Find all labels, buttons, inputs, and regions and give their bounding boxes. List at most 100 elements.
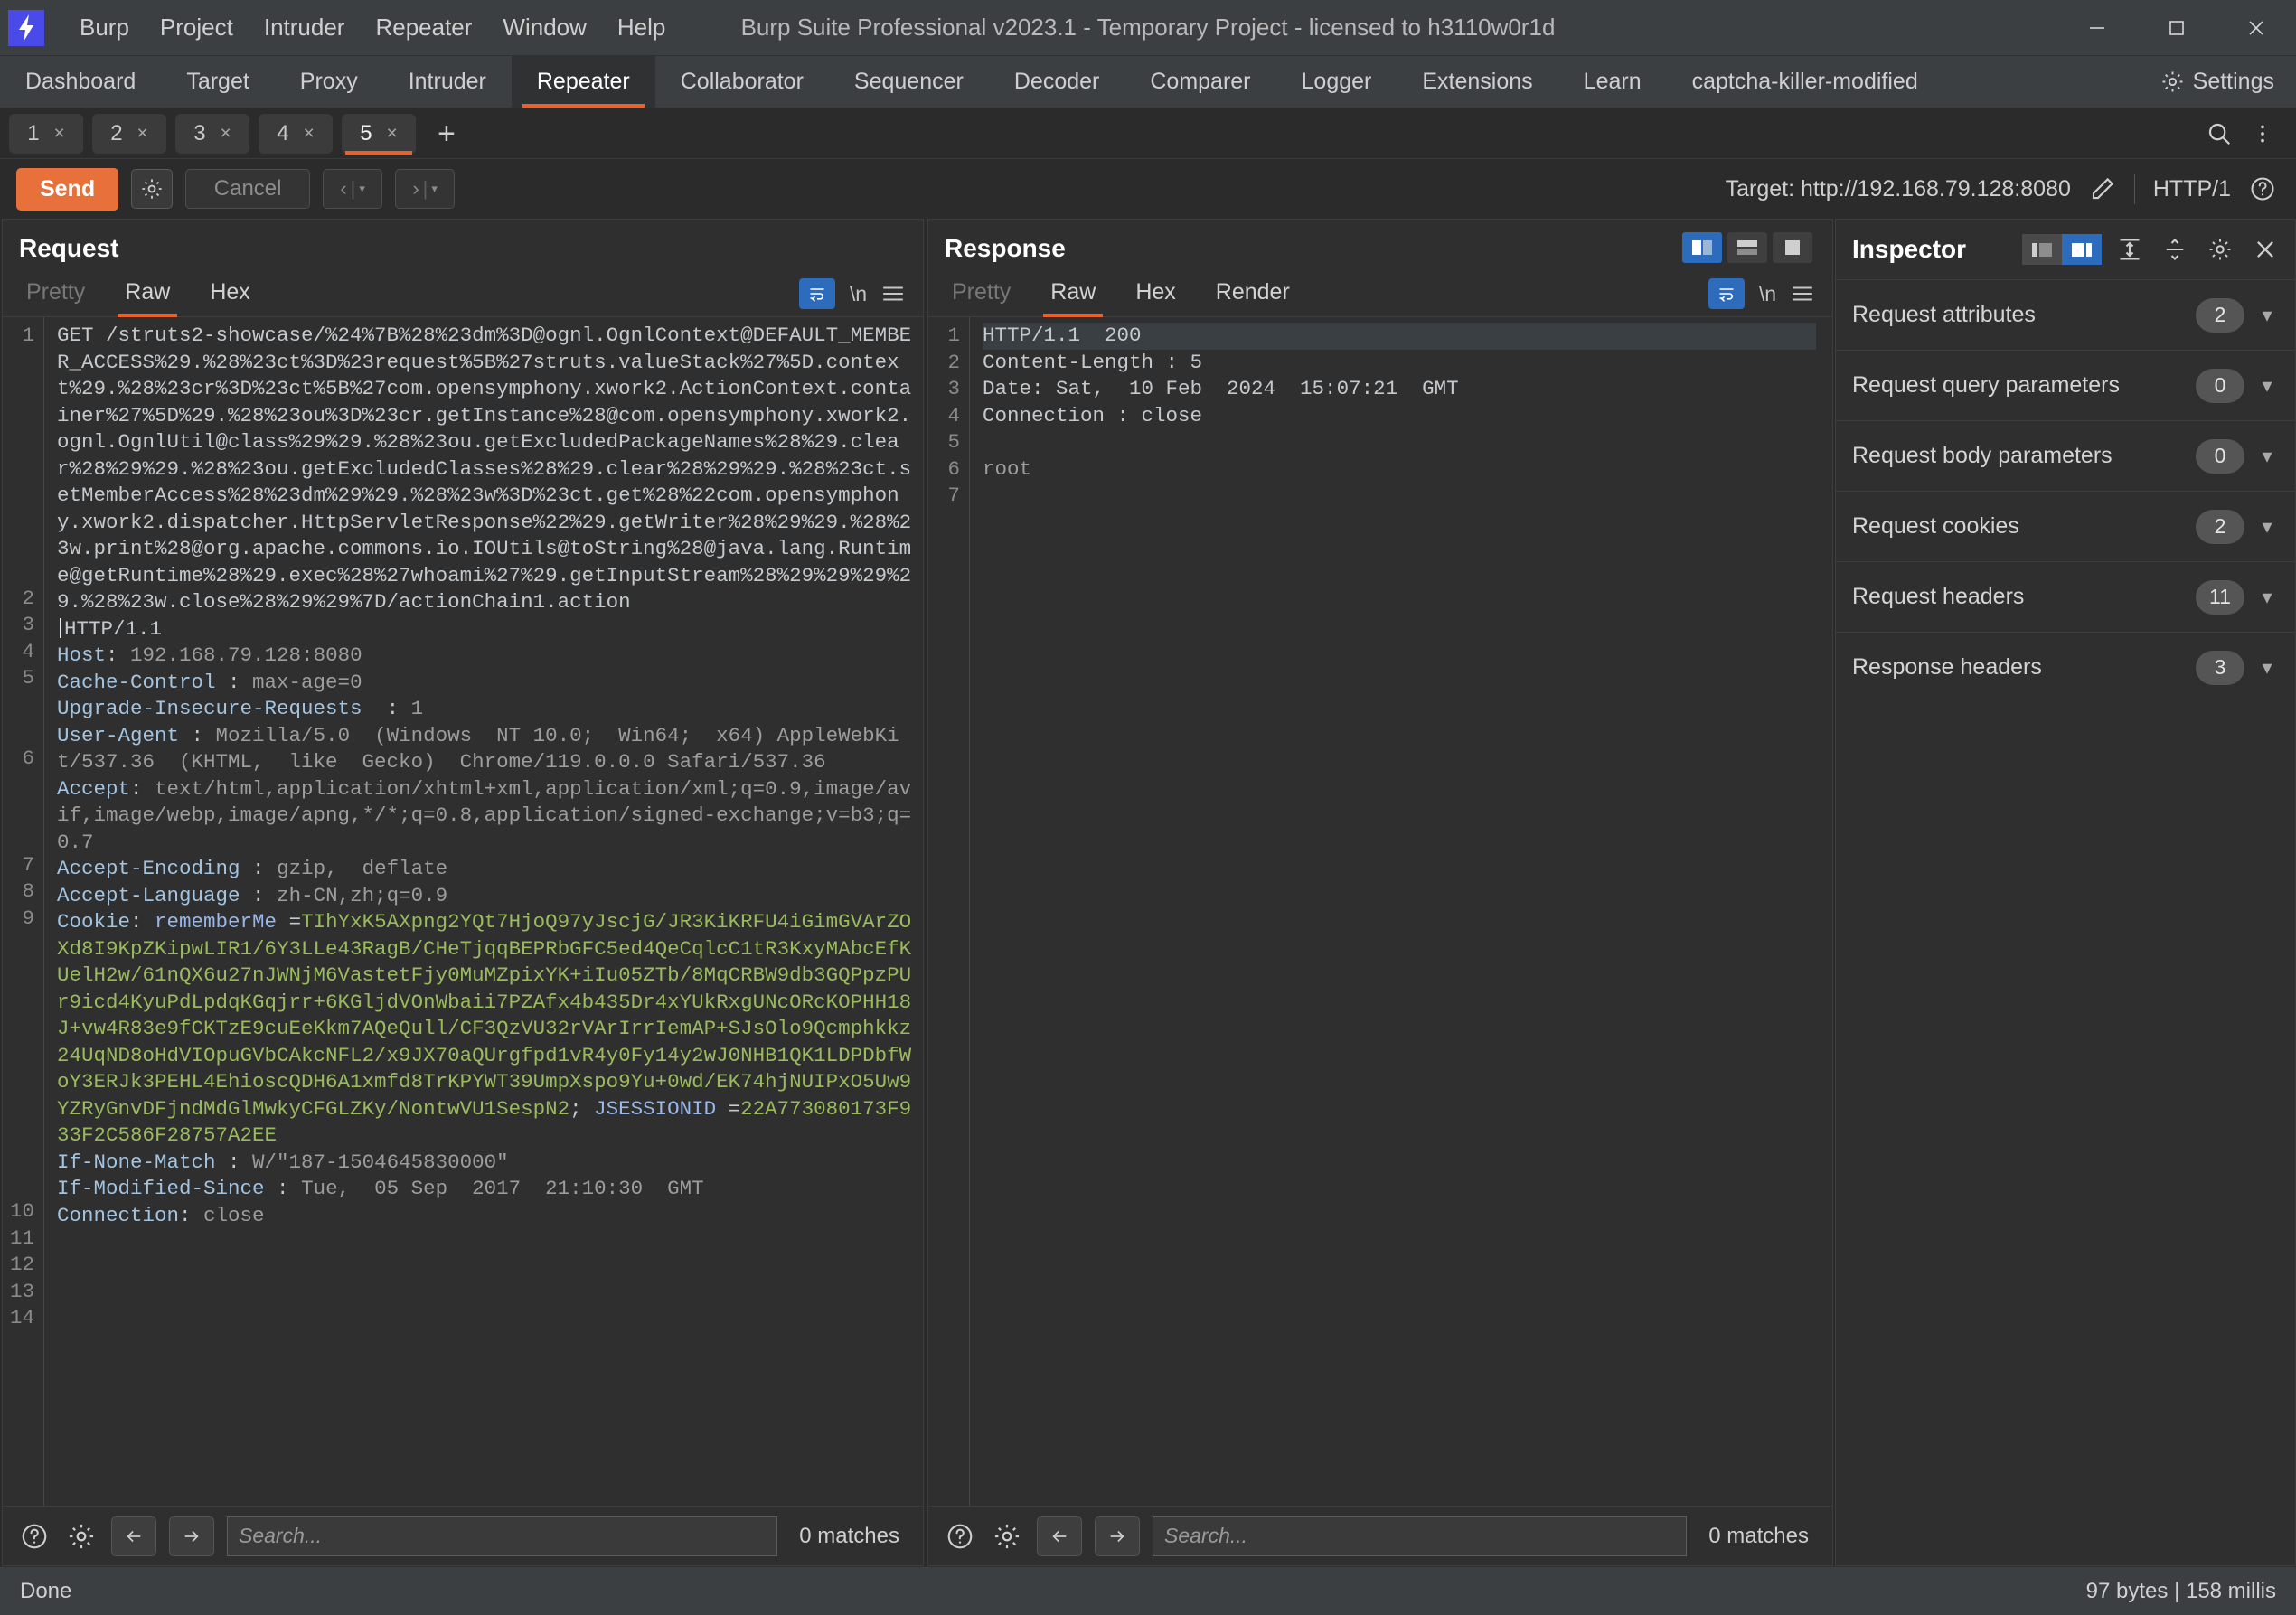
tab-target[interactable]: Target [161,56,274,108]
tab-sequencer[interactable]: Sequencer [829,56,989,108]
inspector-row-count: 2 [2196,509,2244,544]
editor-menu-icon[interactable] [1791,285,1814,303]
back-history-button[interactable]: ‹ | ▾ [323,169,383,209]
request-search-input[interactable] [227,1516,778,1556]
layout-single-icon[interactable] [1773,232,1812,263]
chevron-down-icon[interactable]: ▾ [2255,374,2279,398]
request-code[interactable]: GET /struts2-showcase/%24%7B%28%23dm%3D@… [44,317,923,1506]
tab-decoder[interactable]: Decoder [989,56,1125,108]
minimize-button[interactable] [2057,0,2137,55]
request-editor[interactable]: 1 2 3 4 5 6 7 8 9 10 11 12 13 14 GET /st… [3,317,923,1506]
response-search-input[interactable] [1153,1516,1688,1556]
layout-stacked-icon[interactable] [1727,232,1767,263]
response-tab-raw[interactable]: Raw [1030,274,1115,317]
chevron-down-icon[interactable]: ▾ [2255,656,2279,680]
response-line [983,429,1816,456]
pencil-icon[interactable] [2089,175,2116,202]
tab-proxy[interactable]: Proxy [275,56,383,108]
menu-intruder[interactable]: Intruder [249,8,361,47]
tab-comparer[interactable]: Comparer [1124,56,1275,108]
tab-repeater[interactable]: Repeater [511,56,655,108]
repeater-tab-5[interactable]: 5 × [342,113,416,155]
repeater-tab-3[interactable]: 3 × [175,113,249,154]
chevron-down-icon[interactable]: ▾ [2255,304,2279,327]
inspector-row-request-query-parameters[interactable]: Request query parameters 0 ▾ [1836,350,2295,420]
find-previous-button[interactable] [1037,1516,1082,1556]
tab-extensions[interactable]: Extensions [1397,56,1557,108]
collapse-all-icon[interactable] [2158,234,2192,265]
help-icon[interactable] [17,1519,52,1554]
settings-button[interactable]: Settings [2139,56,2296,108]
find-next-button[interactable] [1095,1516,1140,1556]
wrap-lines-icon[interactable] [1708,278,1745,309]
request-tab-raw[interactable]: Raw [105,274,190,317]
menu-burp[interactable]: Burp [64,8,145,47]
menu-project[interactable]: Project [145,8,249,47]
inspector-row-request-cookies[interactable]: Request cookies 2 ▾ [1836,491,2295,561]
request-pane: Request Pretty Raw Hex \n 1 2 3 4 5 6 7 … [2,219,924,1566]
response-tab-hex[interactable]: Hex [1115,274,1195,316]
tab-captcha-killer-modified[interactable]: captcha-killer-modified [1667,56,1943,108]
inspector-row-response-headers[interactable]: Response headers 3 ▾ [1836,632,2295,702]
help-icon[interactable] [943,1519,977,1554]
request-tab-hex[interactable]: Hex [190,274,269,316]
repeater-tab-4[interactable]: 4 × [259,113,333,154]
inspector-dock-right-icon[interactable] [2062,234,2102,265]
request-tab-pretty[interactable]: Pretty [6,274,105,316]
line-number: 5 [947,430,960,454]
tab-dashboard[interactable]: Dashboard [0,56,161,108]
wrap-lines-icon[interactable] [798,278,835,309]
more-options-icon[interactable] [2251,120,2274,147]
help-icon[interactable] [2249,175,2276,202]
cancel-button[interactable]: Cancel [185,169,311,209]
layout-side-by-side-icon[interactable] [1682,232,1722,263]
close-icon[interactable] [2248,234,2282,265]
line-number: 3 [947,377,960,400]
tab-learn[interactable]: Learn [1558,56,1667,108]
http-version-label[interactable]: HTTP/1 [2153,176,2231,202]
repeater-tab-1[interactable]: 1 × [9,113,83,154]
request-editor-tools: \n [798,278,923,316]
chevron-down-icon[interactable]: ▾ [2255,445,2279,468]
find-previous-button[interactable] [111,1516,156,1556]
menu-window[interactable]: Window [487,8,601,47]
chevron-down-icon[interactable]: ▾ [2255,515,2279,539]
maximize-button[interactable] [2137,0,2216,55]
expand-all-icon[interactable] [2113,234,2147,265]
close-icon[interactable]: × [54,123,65,145]
send-button[interactable]: Send [16,167,119,211]
send-settings-button[interactable] [131,169,174,209]
newline-toggle[interactable]: \n [850,282,867,306]
search-icon[interactable] [2206,120,2233,147]
status-metrics: 97 bytes | 158 millis [2085,1578,2276,1603]
tab-logger[interactable]: Logger [1276,56,1397,108]
response-tab-pretty[interactable]: Pretty [932,274,1030,316]
inspector-row-request-headers[interactable]: Request headers 11 ▾ [1836,561,2295,632]
menu-help[interactable]: Help [602,8,681,47]
inspector-dock-left-icon[interactable] [2022,234,2062,265]
find-next-button[interactable] [169,1516,214,1556]
forward-history-button[interactable]: › | ▾ [395,169,456,209]
add-tab-button[interactable]: + [425,118,468,149]
chevron-down-icon[interactable]: ▾ [2255,586,2279,609]
close-icon[interactable]: × [137,123,148,145]
tab-collaborator[interactable]: Collaborator [655,56,829,108]
newline-toggle[interactable]: \n [1759,282,1776,306]
repeater-tab-2[interactable]: 2 × [92,113,166,154]
response-tab-render[interactable]: Render [1196,274,1310,316]
close-icon[interactable]: × [304,123,315,145]
gear-icon[interactable] [64,1519,99,1554]
inspector-row-request-attributes[interactable]: Request attributes 2 ▾ [1836,279,2295,350]
close-icon[interactable]: × [221,123,231,145]
close-button[interactable] [2216,0,2296,55]
menu-bar: Burp Project Intruder Repeater Window He… [64,8,681,47]
close-icon[interactable]: × [387,123,398,145]
tab-intruder[interactable]: Intruder [383,56,512,108]
editor-menu-icon[interactable] [881,285,905,303]
response-editor[interactable]: 1 2 3 4 5 6 7 HTTP/1.1 200 Content-Length… [928,317,1832,1506]
response-code[interactable]: HTTP/1.1 200 Content-Length : 5 Date: Sat,… [970,317,1832,1506]
inspector-row-request-body-parameters[interactable]: Request body parameters 0 ▾ [1836,420,2295,491]
gear-icon[interactable] [990,1519,1024,1554]
gear-icon[interactable] [2203,234,2237,265]
menu-repeater[interactable]: Repeater [360,8,487,47]
